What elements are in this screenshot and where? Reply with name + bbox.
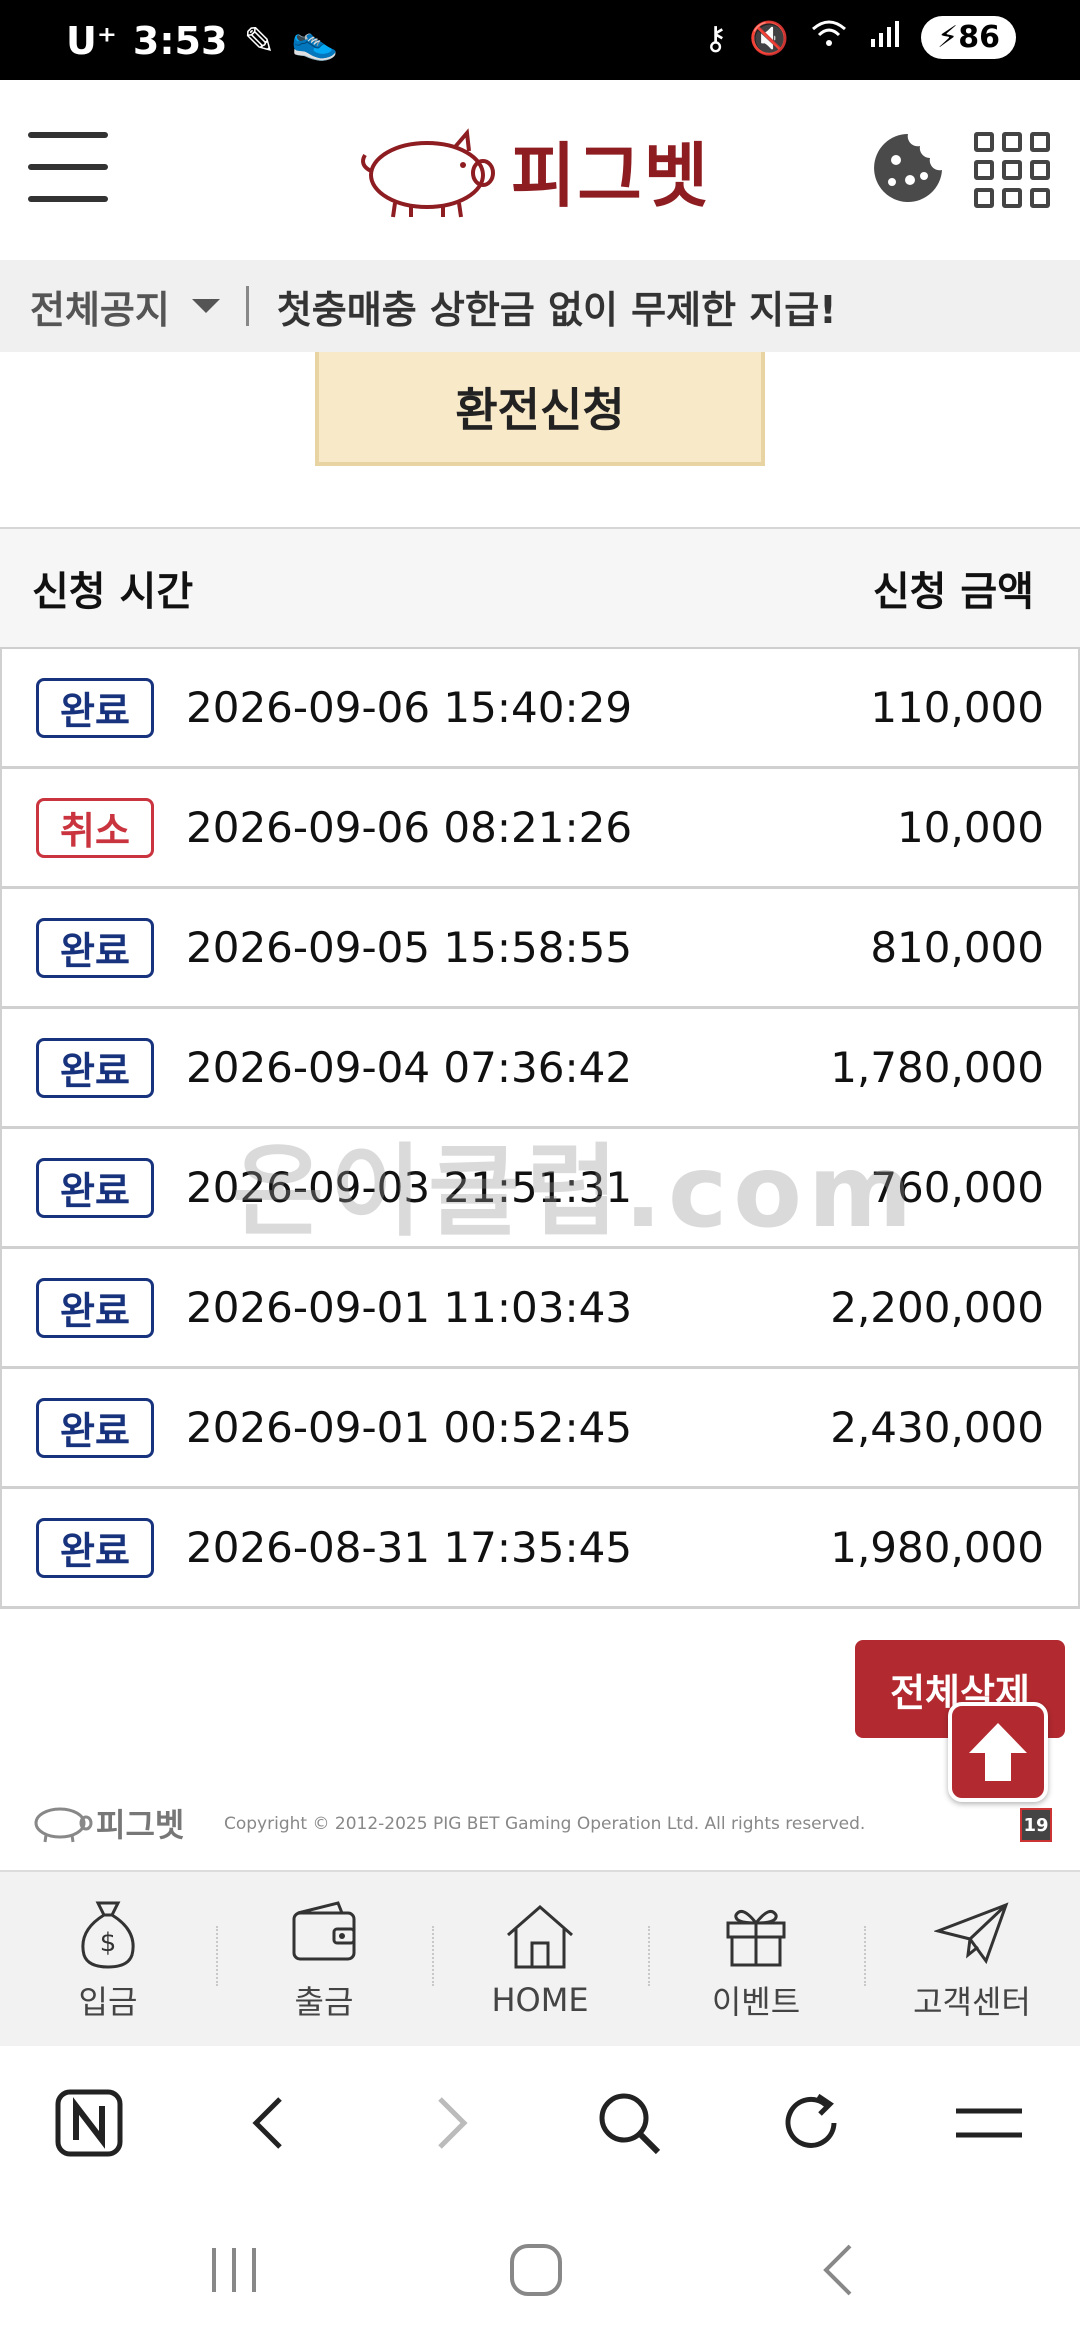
- notice-bar: 전체공지 첫충매충 상한금 없이 무제한 지급!: [0, 260, 1080, 352]
- gift-icon: [726, 1909, 786, 1967]
- request-amount: 810,000: [870, 923, 1044, 972]
- wallet-icon: [292, 1901, 356, 1961]
- request-amount: 760,000: [870, 1163, 1044, 1212]
- request-time: 2026-09-04 07:36:42: [186, 1043, 633, 1092]
- notice-category-select[interactable]: 전체공지: [30, 279, 170, 334]
- request-time: 2026-08-31 17:35:45: [186, 1523, 633, 1572]
- apps-grid-icon[interactable]: [974, 132, 1050, 208]
- footer-logo-text: 피그벳: [96, 1806, 185, 1844]
- nav-label: 입금: [78, 1983, 138, 2021]
- more-menu-icon[interactable]: [954, 2088, 1024, 2158]
- bottom-nav: $ 입금 출금 HOME 이벤트 고객센터: [0, 1870, 1080, 2046]
- request-amount: 1,780,000: [830, 1043, 1044, 1092]
- site-logo[interactable]: 피그벳: [355, 120, 710, 221]
- logo-text: 피그벳: [511, 135, 711, 217]
- house-icon: [507, 1905, 573, 1969]
- nav-event[interactable]: 이벤트: [648, 1872, 864, 2046]
- home-system-icon[interactable]: [506, 2240, 566, 2300]
- status-badge-complete: 완료: [36, 1157, 154, 1218]
- signal-icon: [869, 19, 900, 57]
- table-row: 완료 2026-09-03 21:51:31 760,000: [0, 1129, 1080, 1249]
- exchange-history-table: 신청 시간 신청 금액 완료 2026-09-06 15:40:29 110,000…: [0, 527, 1080, 1609]
- key-icon: ⚷: [703, 18, 728, 57]
- status-badge-cancelled: 취소: [36, 797, 154, 858]
- request-time: 2026-09-06 15:40:29: [186, 683, 633, 732]
- nav-label: 고객센터: [913, 1983, 1031, 2021]
- wifi-icon: [811, 19, 847, 57]
- back-icon[interactable]: [234, 2088, 304, 2158]
- nav-support[interactable]: 고객센터: [864, 1872, 1080, 2046]
- pen-icon: ✎: [243, 18, 276, 63]
- arrow-up-icon: [969, 1723, 1027, 1781]
- nav-deposit[interactable]: $ 입금: [0, 1872, 216, 2046]
- table-row: 완료 2026-09-01 00:52:45 2,430,000: [0, 1369, 1080, 1489]
- mute-icon: 🔇: [749, 18, 790, 57]
- request-amount: 2,200,000: [830, 1283, 1044, 1332]
- col-amount-header: 신청 금액: [872, 569, 1034, 615]
- search-icon[interactable]: [594, 2088, 664, 2158]
- cookie-icon[interactable]: [870, 130, 946, 206]
- nav-label: 출금: [294, 1983, 354, 2021]
- nav-label: 이벤트: [711, 1983, 801, 2021]
- exchange-request-button[interactable]: 환전신청: [315, 352, 765, 466]
- nav-home[interactable]: HOME: [432, 1872, 648, 2046]
- table-row: 완료 2026-09-01 11:03:43 2,200,000: [0, 1249, 1080, 1369]
- table-row: 완료 2026-09-04 07:36:42 1,780,000: [0, 1009, 1080, 1129]
- system-navigation-bar: [0, 2196, 1080, 2340]
- menu-icon[interactable]: [28, 132, 108, 204]
- status-badge-complete: 완료: [36, 1037, 154, 1098]
- request-amount: 2,430,000: [830, 1403, 1044, 1452]
- request-time: 2026-09-01 11:03:43: [186, 1283, 633, 1332]
- back-system-icon[interactable]: [810, 2240, 870, 2300]
- pig-icon: [34, 1807, 93, 1843]
- status-badge-complete: 완료: [36, 917, 154, 978]
- carrier-label: U⁺: [66, 18, 117, 63]
- battery-level: 86: [958, 20, 1000, 55]
- table-header: 신청 시간 신청 금액: [0, 529, 1080, 649]
- request-time: 2026-09-03 21:51:31: [186, 1163, 633, 1212]
- scroll-top-button[interactable]: [948, 1702, 1048, 1802]
- nav-label: HOME: [491, 1981, 589, 2019]
- recent-apps-icon[interactable]: [204, 2240, 264, 2300]
- browser-toolbar: [0, 2046, 1080, 2196]
- request-time: 2026-09-01 00:52:45: [186, 1403, 633, 1452]
- request-amount: 10,000: [897, 803, 1044, 852]
- site-header: 피그벳: [0, 80, 1080, 260]
- forward-icon[interactable]: [416, 2088, 486, 2158]
- footer: 피그벳 Copyright © 2012-2025 PIG BET Gaming…: [0, 1790, 1080, 1860]
- chevron-down-icon[interactable]: [191, 299, 220, 313]
- pig-icon: [361, 127, 495, 217]
- nav-withdraw[interactable]: 출금: [216, 1872, 432, 2046]
- battery-indicator: ⚡86: [921, 16, 1016, 59]
- col-time-header: 신청 시간: [32, 569, 194, 615]
- request-time: 2026-09-05 15:58:55: [186, 923, 633, 972]
- clock: 3:53: [132, 18, 228, 63]
- request-amount: 110,000: [870, 683, 1044, 732]
- status-badge-complete: 완료: [36, 677, 154, 738]
- sneaker-icon: 👟: [291, 18, 339, 62]
- table-row: 취소 2026-09-06 08:21:26 10,000: [0, 769, 1080, 889]
- copyright-text: Copyright © 2012-2025 PIG BET Gaming Ope…: [224, 1814, 866, 1834]
- naver-icon[interactable]: [54, 2088, 124, 2158]
- table-row: 완료 2026-09-05 15:58:55 810,000: [0, 889, 1080, 1009]
- svg-text:$: $: [100, 1928, 117, 1958]
- refresh-icon[interactable]: [776, 2088, 846, 2158]
- table-row: 완료 2026-09-06 15:40:29 110,000: [0, 649, 1080, 769]
- age-restriction-badge: 19: [1020, 1808, 1052, 1842]
- notice-divider: [245, 286, 249, 326]
- paper-plane-icon: [934, 1902, 1009, 1965]
- footer-logo: 피그벳: [30, 1800, 184, 1846]
- money-bag-icon: $: [81, 1901, 135, 1969]
- table-row: 완료 2026-08-31 17:35:45 1,980,000: [0, 1489, 1080, 1609]
- notice-text[interactable]: 첫충매충 상한금 없이 무제한 지급!: [277, 279, 837, 334]
- status-badge-complete: 완료: [36, 1517, 154, 1578]
- status-badge-complete: 완료: [36, 1277, 154, 1338]
- request-time: 2026-09-06 08:21:26: [186, 803, 633, 852]
- status-bar: U⁺ 3:53 ✎ 👟 ⚷ 🔇 ⚡86: [0, 0, 1080, 80]
- status-badge-complete: 완료: [36, 1397, 154, 1458]
- request-amount: 1,980,000: [830, 1523, 1044, 1572]
